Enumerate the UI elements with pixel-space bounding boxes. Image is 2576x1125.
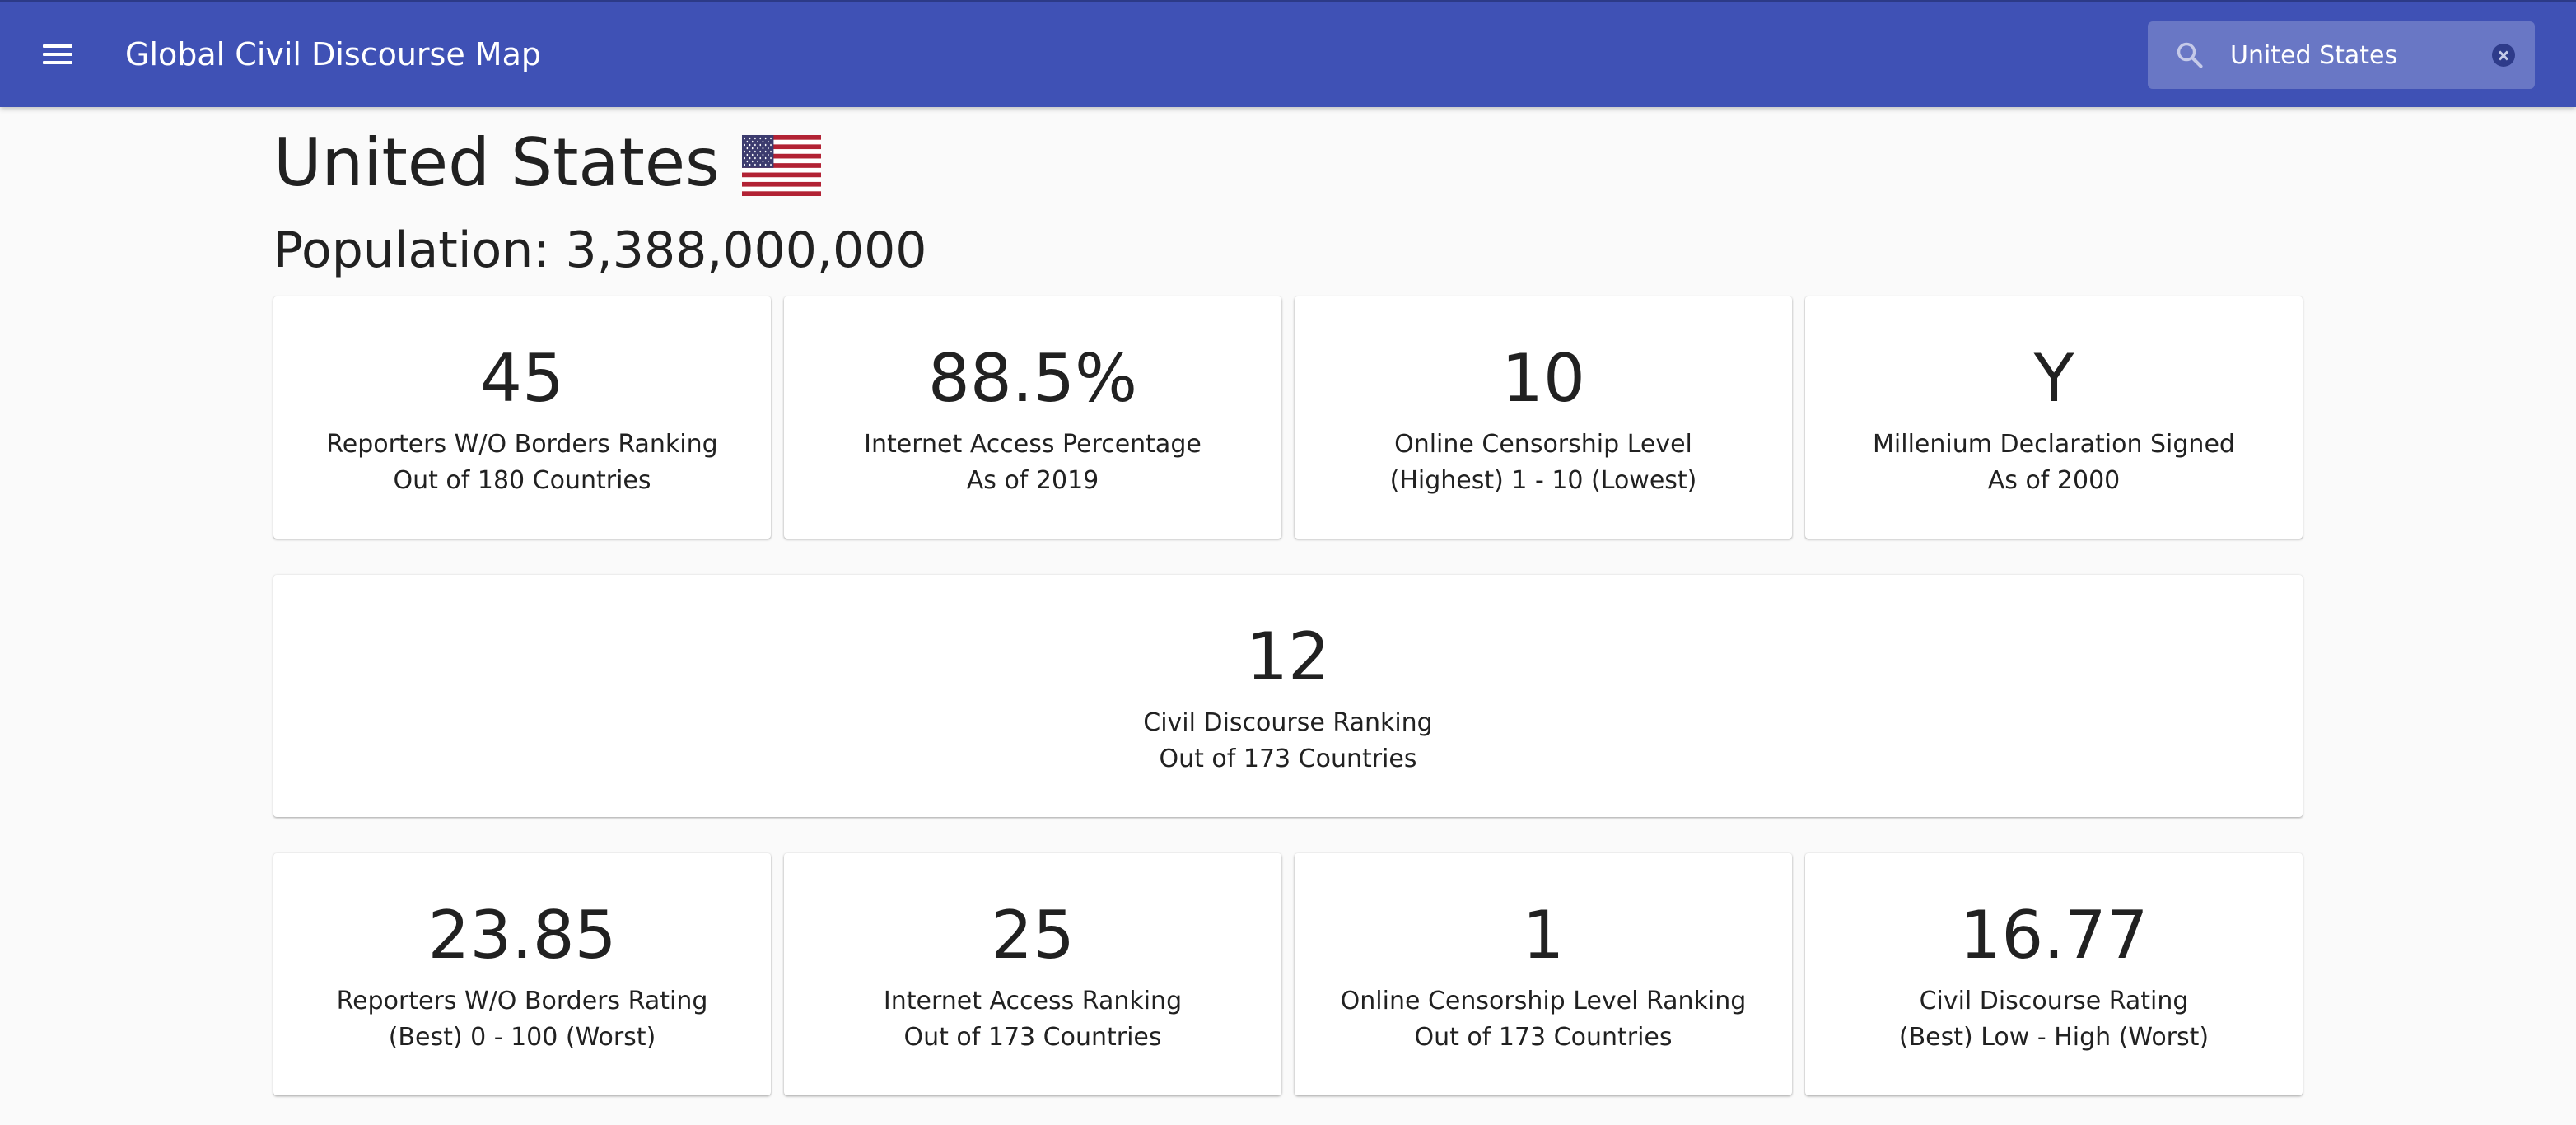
stat-value: 45 <box>480 340 564 417</box>
stat-sublabel: (Best) 0 - 100 (Worst) <box>388 1023 656 1052</box>
stat-value: 88.5% <box>927 340 1138 417</box>
country-header: United States <box>273 124 821 203</box>
stat-label: Civil Discourse Rating <box>1919 987 2189 1015</box>
us-flag-icon <box>741 135 821 196</box>
stat-label: Internet Access Ranking <box>883 987 1183 1015</box>
stat-card-internet-access-ranking: 25 Internet Access Ranking Out of 173 Co… <box>784 853 1281 1095</box>
stat-label: Reporters W/O Borders Ranking <box>326 430 718 459</box>
stat-label: Online Censorship Level Ranking <box>1340 987 1747 1015</box>
stat-value: 12 <box>1246 619 1330 695</box>
stat-value: 16.77 <box>1959 897 2149 973</box>
app-title: Global Civil Discourse Map <box>125 36 541 72</box>
stat-label: Reporters W/O Borders Rating <box>336 987 708 1015</box>
stat-card-censorship-ranking: 1 Online Censorship Level Ranking Out of… <box>1295 853 1792 1095</box>
stat-sublabel: Out of 180 Countries <box>393 466 651 495</box>
stat-sublabel: Out of 173 Countries <box>1414 1023 1673 1052</box>
stat-label: Millenium Declaration Signed <box>1873 430 2235 459</box>
stat-card-millenium-declaration: Y Millenium Declaration Signed As of 200… <box>1805 296 2303 539</box>
stat-sublabel: Out of 173 Countries <box>903 1023 1162 1052</box>
stat-card-civil-discourse-ranking: 12 Civil Discourse Ranking Out of 173 Co… <box>273 575 2303 817</box>
search-box[interactable] <box>2148 21 2535 89</box>
stat-card-internet-access-percentage: 88.5% Internet Access Percentage As of 2… <box>784 296 1281 539</box>
stat-sublabel: (Best) Low - High (Worst) <box>1898 1023 2210 1052</box>
stat-sublabel: As of 2019 <box>966 466 1099 495</box>
stat-value: 25 <box>991 897 1075 973</box>
stat-value: Y <box>2033 340 2074 417</box>
stat-card-censorship-level: 10 Online Censorship Level (Highest) 1 -… <box>1295 296 1792 539</box>
stat-sublabel: (Highest) 1 - 10 (Lowest) <box>1389 466 1697 495</box>
population: Population: 3,388,000,000 <box>273 222 927 279</box>
stat-card-rsf-ranking: 45 Reporters W/O Borders Ranking Out of … <box>273 296 771 539</box>
stat-sublabel: Out of 173 Countries <box>1159 745 1417 773</box>
stat-card-rsf-rating: 23.85 Reporters W/O Borders Rating (Best… <box>273 853 771 1095</box>
app-bar: Global Civil Discourse Map <box>0 0 2576 107</box>
stat-label: Internet Access Percentage <box>864 430 1202 459</box>
clear-icon[interactable] <box>2492 44 2515 67</box>
search-input[interactable] <box>2230 35 2469 76</box>
stat-label: Civil Discourse Ranking <box>1143 708 1433 737</box>
menu-icon[interactable] <box>38 38 77 71</box>
stat-value: 10 <box>1501 340 1585 417</box>
country-name: United States <box>273 124 720 201</box>
search-icon <box>2177 42 2203 68</box>
stat-value: 1 <box>1522 897 1565 973</box>
stat-card-civil-discourse-rating: 16.77 Civil Discourse Rating (Best) Low … <box>1805 853 2303 1095</box>
stat-sublabel: As of 2000 <box>1987 466 2121 495</box>
stat-label: Online Censorship Level <box>1394 430 1692 459</box>
stat-value: 23.85 <box>427 897 617 973</box>
